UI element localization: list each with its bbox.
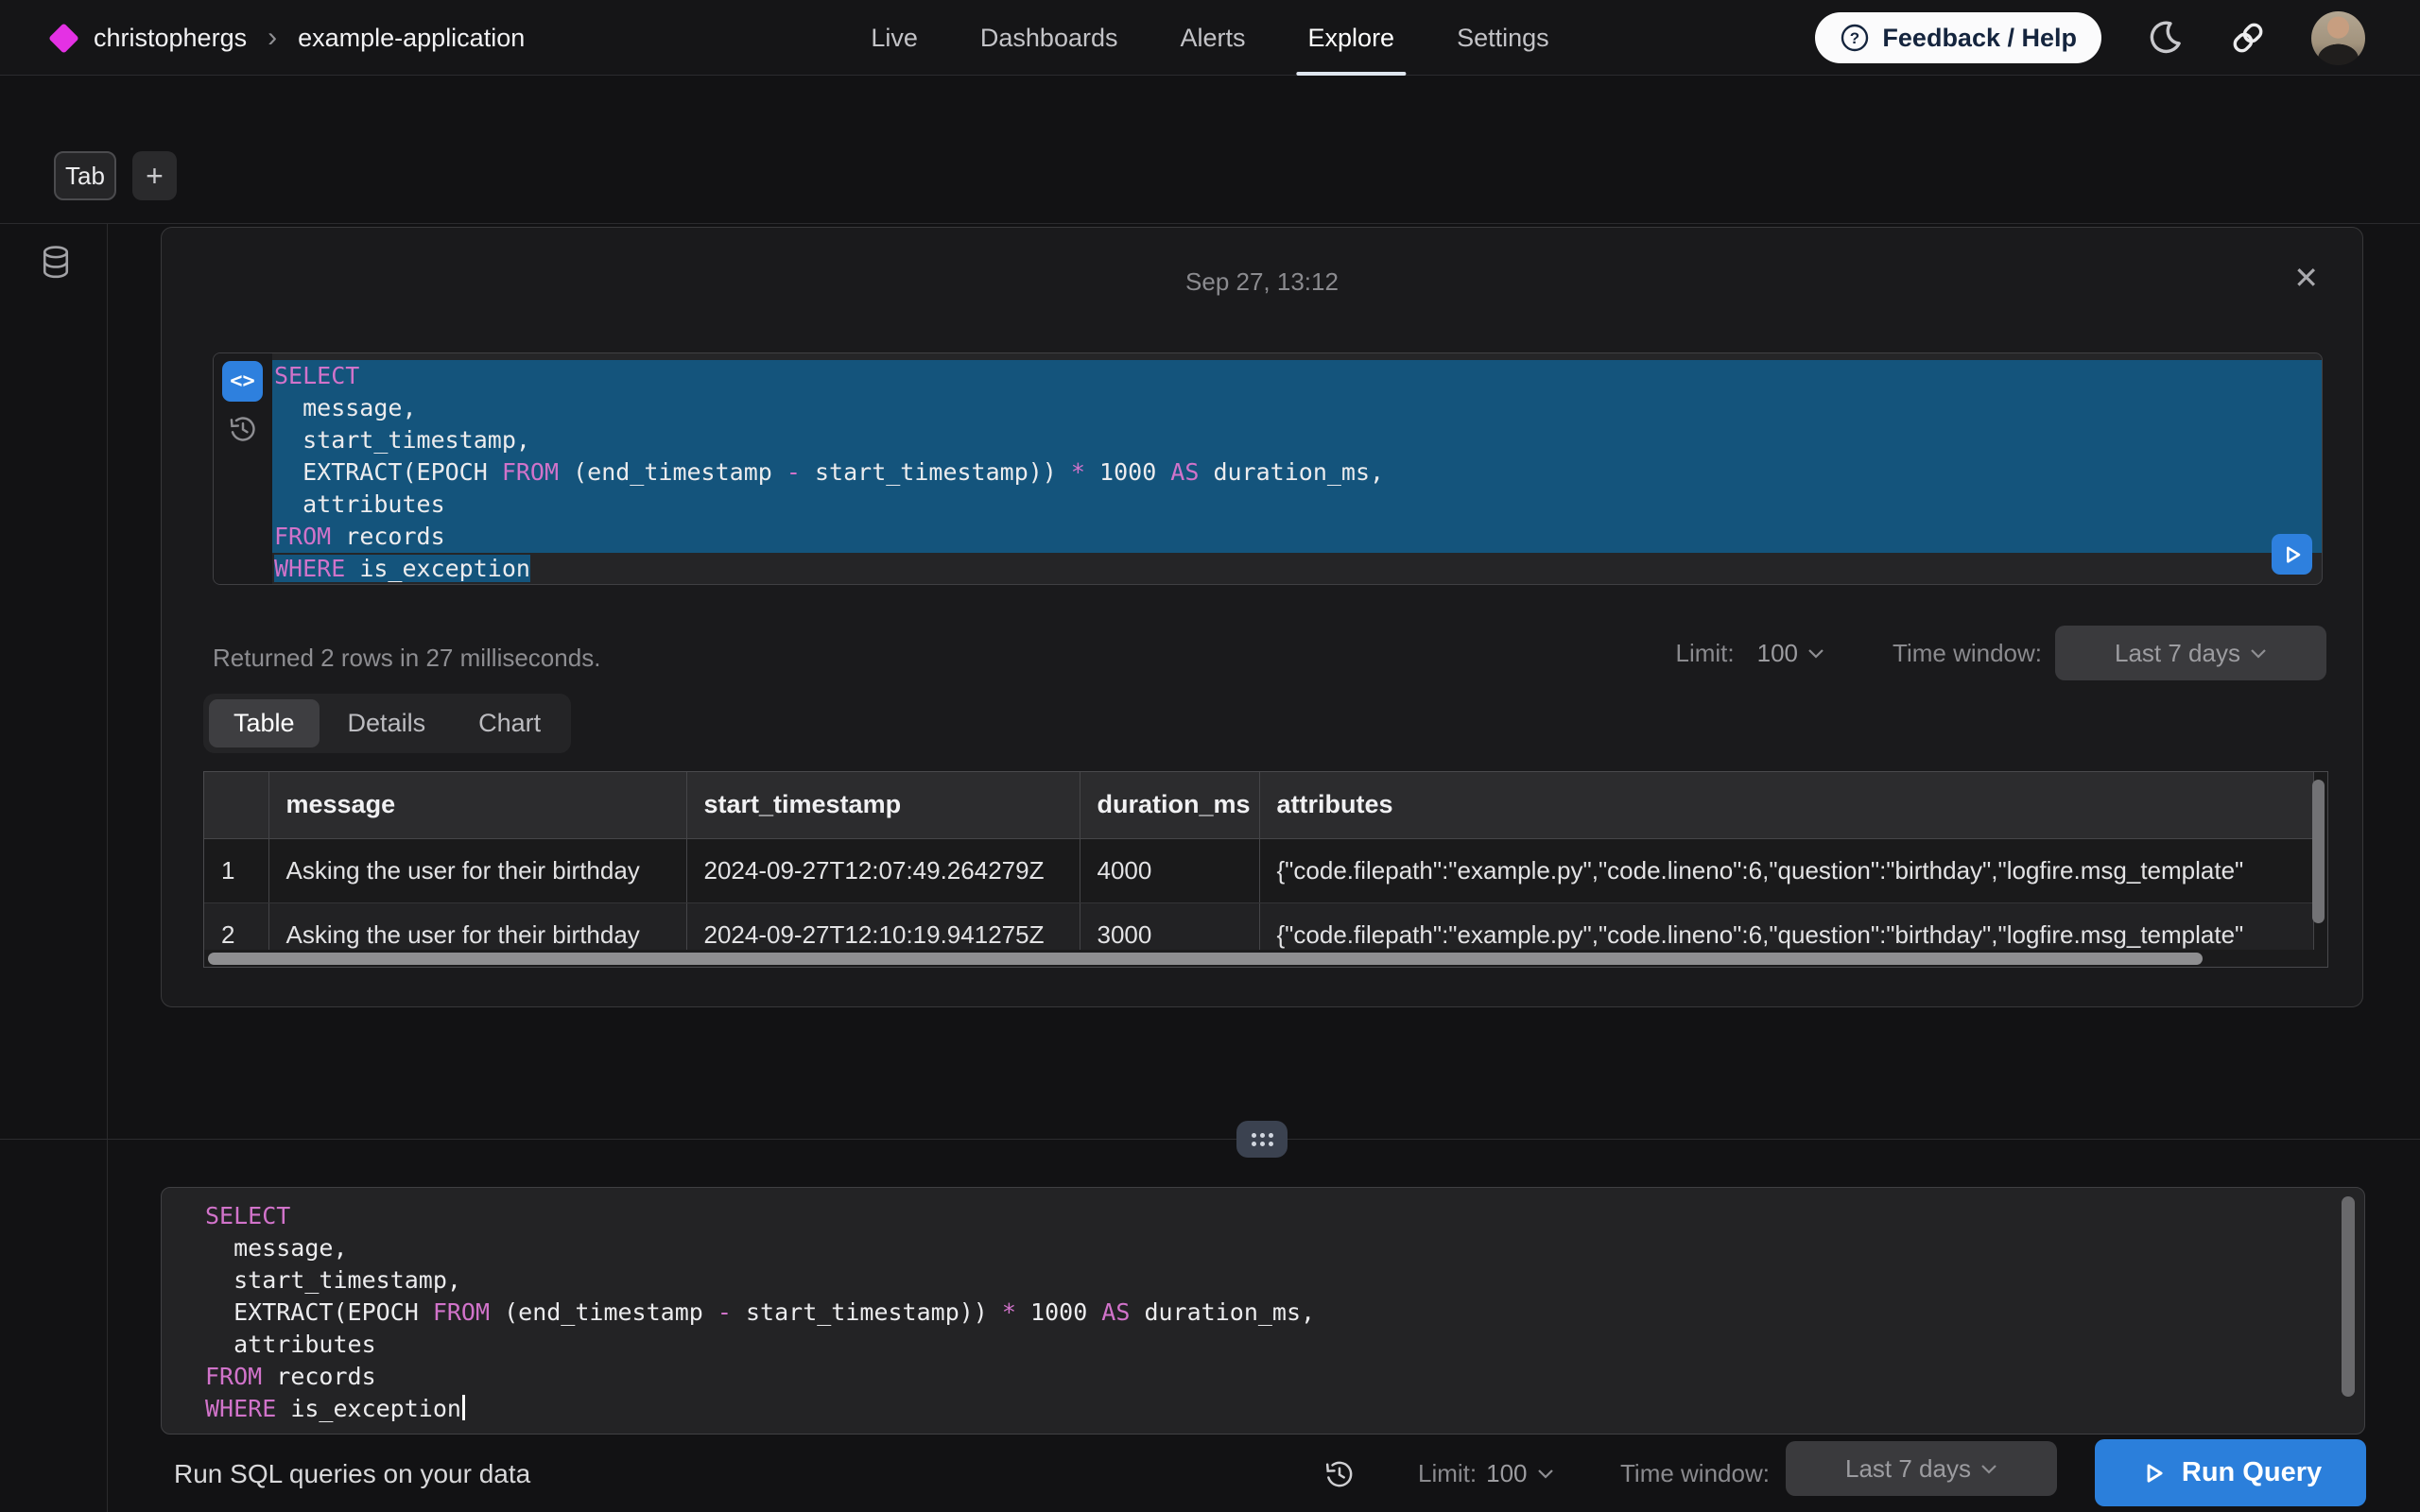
sql-line: WHERE is_exception xyxy=(272,553,2322,585)
user-avatar[interactable] xyxy=(2311,11,2365,65)
play-icon xyxy=(2139,1459,2168,1487)
main-nav: Live Dashboards Alerts Explore Settings xyxy=(871,0,1548,76)
text-cursor xyxy=(462,1395,465,1420)
add-tab-button[interactable]: + xyxy=(132,151,177,200)
schema-database-icon[interactable] xyxy=(38,244,74,282)
sql-code-selected[interactable]: SELECT message, start_timestamp, EXTRACT… xyxy=(272,360,2322,585)
chevron-down-icon xyxy=(1537,1469,1554,1479)
query-timestamp: Sep 27, 13:12 xyxy=(162,267,2362,297)
result-view-tabs: TableDetailsChart xyxy=(203,694,571,753)
question-circle-icon: ? xyxy=(1840,23,1870,53)
code-icon[interactable]: <> xyxy=(222,361,263,402)
sql-line: FROM records xyxy=(272,521,2322,553)
sql-line: EXTRACT(EPOCH FROM (end_timestamp - star… xyxy=(272,456,2322,489)
results-table-body: 1Asking the user for their birthday2024-… xyxy=(204,838,2314,967)
sql-query-viewer[interactable]: <> SELECT message, start_timestamp, EXTR… xyxy=(213,352,2323,585)
breadcrumb-project[interactable]: example-application xyxy=(298,24,525,53)
close-icon[interactable]: ✕ xyxy=(2293,260,2319,296)
theme-toggle-moon-icon[interactable] xyxy=(2145,18,2185,58)
explore-page: christophergs › example-application Live… xyxy=(0,0,2420,1512)
sql-line: SELECT xyxy=(272,360,2322,392)
result-controls: Limit: 100 Time window: Last 7 days xyxy=(1676,626,2326,680)
view-tab-chart[interactable]: Chart xyxy=(454,699,565,747)
time-window-label: Time window: xyxy=(1620,1459,1770,1488)
query-tab[interactable]: Tab xyxy=(54,151,116,200)
content-divider xyxy=(0,223,2420,224)
nav-settings[interactable]: Settings xyxy=(1457,0,1549,76)
play-icon xyxy=(2279,541,2306,568)
row-number: 1 xyxy=(204,838,268,902)
col-header-duration_ms[interactable]: duration_ms xyxy=(1080,772,1259,838)
time-window-dropdown[interactable]: Last 7 days xyxy=(2055,626,2326,680)
sql-line: attributes xyxy=(272,489,2322,521)
sql-line: WHERE is_exception xyxy=(203,1393,1315,1425)
col-header-message[interactable]: message xyxy=(268,772,686,838)
cell-start_timestamp: 2024-09-27T12:07:49.264279Z xyxy=(686,838,1080,902)
sql-line: attributes xyxy=(203,1329,1315,1361)
view-tab-details[interactable]: Details xyxy=(323,699,451,747)
breadcrumb-org[interactable]: christophergs xyxy=(94,24,247,53)
breadcrumb: christophergs › example-application xyxy=(53,0,525,76)
limit-dropdown[interactable]: 100 xyxy=(1486,1459,1553,1488)
feedback-help-label: Feedback / Help xyxy=(1882,24,2077,53)
sql-line: start_timestamp, xyxy=(203,1264,1315,1297)
chevron-down-icon xyxy=(1980,1464,1997,1474)
top-header: christophergs › example-application Live… xyxy=(0,0,2420,76)
nav-explore[interactable]: Explore xyxy=(1308,0,1395,76)
limit-label: Limit: xyxy=(1418,1459,1477,1488)
share-link-icon[interactable] xyxy=(2228,18,2268,58)
nav-dashboards[interactable]: Dashboards xyxy=(980,0,1118,76)
header-actions: ? Feedback / Help xyxy=(1815,0,2365,76)
col-header-start_timestamp[interactable]: start_timestamp xyxy=(686,772,1080,838)
editor-hint: Run SQL queries on your data xyxy=(174,1435,530,1512)
breadcrumb-separator-icon: › xyxy=(268,24,277,52)
history-icon[interactable] xyxy=(228,414,258,444)
table-row[interactable]: 1Asking the user for their birthday2024-… xyxy=(204,838,2314,902)
query-result-card: Sep 27, 13:12 ✕ <> SELECT message, start… xyxy=(161,227,2363,1007)
table-vertical-scrollbar[interactable] xyxy=(2312,780,2325,923)
feedback-help-button[interactable]: ? Feedback / Help xyxy=(1815,12,2101,63)
pane-divider xyxy=(0,1139,2420,1140)
sql-editor[interactable]: SELECT message, start_timestamp, EXTRACT… xyxy=(161,1187,2365,1435)
table-horizontal-scrollbar[interactable] xyxy=(208,953,2203,965)
run-query-mini-button[interactable] xyxy=(2272,534,2312,575)
query-history-icon[interactable] xyxy=(1323,1458,1356,1490)
chevron-down-icon xyxy=(2250,648,2267,659)
sql-line: message, xyxy=(272,392,2322,424)
results-table-header: messagestart_timestampduration_msattribu… xyxy=(204,772,2314,838)
svg-text:?: ? xyxy=(1850,29,1859,47)
cell-attributes: {"code.filepath":"example.py","code.line… xyxy=(1259,838,2314,902)
time-window-label: Time window: xyxy=(1893,639,2042,668)
editor-limit-control: Limit: 100 xyxy=(1418,1435,1554,1512)
time-window-dropdown[interactable]: Last 7 days xyxy=(1786,1441,2057,1496)
col-header-rownum xyxy=(204,772,268,838)
pane-resize-handle[interactable] xyxy=(1236,1121,1288,1158)
sql-editor-code[interactable]: SELECT message, start_timestamp, EXTRACT… xyxy=(203,1200,1315,1425)
logfire-logo-icon[interactable] xyxy=(48,23,79,54)
nav-alerts[interactable]: Alerts xyxy=(1180,0,1245,76)
results-table-container: messagestart_timestampduration_msattribu… xyxy=(203,771,2328,968)
sql-line: SELECT xyxy=(203,1200,1315,1232)
sql-line: message, xyxy=(203,1232,1315,1264)
table-horizontal-scrollbar-track xyxy=(204,950,2327,967)
nav-live[interactable]: Live xyxy=(871,0,918,76)
limit-label: Limit: xyxy=(1676,639,1735,668)
results-table: messagestart_timestampduration_msattribu… xyxy=(204,772,2314,967)
sidebar-divider xyxy=(107,224,108,1512)
cell-duration_ms: 4000 xyxy=(1080,838,1259,902)
sql-line: FROM records xyxy=(203,1361,1315,1393)
run-query-button[interactable]: Run Query xyxy=(2095,1439,2366,1506)
view-tab-table[interactable]: Table xyxy=(209,699,320,747)
sql-line: start_timestamp, xyxy=(272,424,2322,456)
editor-toolbar: Run SQL queries on your data Limit: 100 … xyxy=(0,1435,2420,1512)
result-summary: Returned 2 rows in 27 milliseconds. xyxy=(213,644,600,673)
editor-vertical-scrollbar[interactable] xyxy=(2342,1196,2355,1397)
sql-line: EXTRACT(EPOCH FROM (end_timestamp - star… xyxy=(203,1297,1315,1329)
cell-message: Asking the user for their birthday xyxy=(268,838,686,902)
run-query-label: Run Query xyxy=(2182,1457,2322,1488)
col-header-attributes[interactable]: attributes xyxy=(1259,772,2314,838)
chevron-down-icon xyxy=(1807,648,1824,659)
limit-dropdown[interactable]: 100 xyxy=(1757,639,1824,668)
